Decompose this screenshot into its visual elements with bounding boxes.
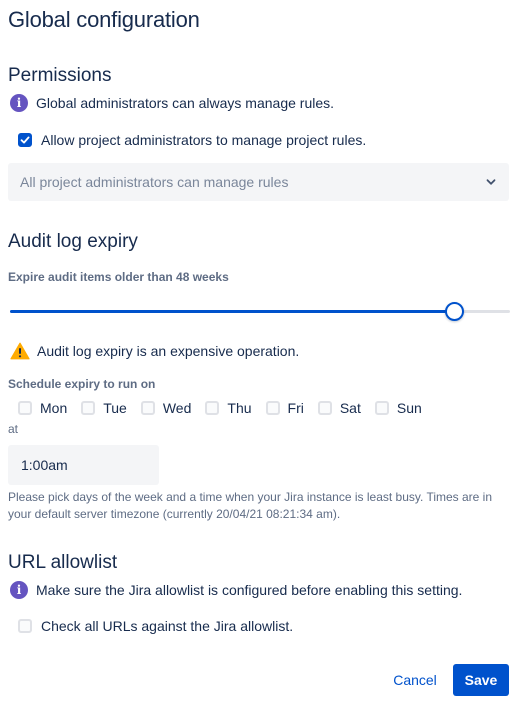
slider-fill (10, 310, 454, 313)
day-sat[interactable]: Sat (317, 400, 361, 416)
check-icon (20, 136, 30, 144)
url-allowlist-heading: URL allowlist (8, 552, 118, 573)
info-icon: i (10, 581, 28, 599)
day-checkbox[interactable] (374, 401, 389, 415)
cancel-button[interactable]: Cancel (382, 664, 448, 696)
day-label: Mon (40, 400, 68, 416)
day-label: Thu (227, 400, 252, 416)
day-label: Tue (103, 400, 127, 416)
time-input[interactable]: 1:00am (8, 445, 159, 485)
schedule-help-text: Please pick days of the week and a time … (8, 490, 493, 521)
day-checkbox[interactable] (140, 401, 155, 415)
project-admin-permission-select[interactable]: All project administrators can manage ru… (8, 163, 509, 201)
day-checkbox[interactable] (81, 401, 96, 415)
page-title: Global configuration (8, 7, 200, 32)
day-label: Wed (162, 400, 192, 416)
day-fri[interactable]: Fri (265, 400, 304, 416)
url-allowlist-checkbox-row[interactable]: Check all URLs against the Jira allowlis… (18, 618, 293, 634)
time-value: 1:00am (21, 457, 68, 473)
day-tue[interactable]: Tue (81, 400, 127, 416)
day-wed[interactable]: Wed (140, 400, 192, 416)
save-button[interactable]: Save (453, 664, 509, 696)
at-label: at (8, 422, 19, 436)
weekday-checkboxes: Mon Tue Wed Thu Fri Sat Sun (18, 400, 436, 416)
audit-warning: Audit log expiry is an expensive operati… (10, 342, 299, 360)
select-value: All project administrators can manage ru… (20, 174, 289, 190)
url-allowlist-checkbox[interactable] (18, 619, 32, 633)
permissions-info-text: Global administrators can always manage … (36, 95, 335, 111)
expire-label: Expire audit items older than 48 weeks (8, 270, 229, 284)
day-thu[interactable]: Thu (205, 400, 252, 416)
audit-heading: Audit log expiry (8, 231, 138, 252)
day-mon[interactable]: Mon (18, 400, 67, 416)
url-allowlist-info-text: Make sure the Jira allowlist is configur… (36, 582, 463, 598)
day-label: Fri (287, 400, 304, 416)
url-allowlist-info: i Make sure the Jira allowlist is config… (10, 581, 462, 599)
day-checkbox[interactable] (317, 401, 332, 415)
allow-project-admins-checkbox[interactable] (18, 133, 32, 147)
url-allowlist-checkbox-label: Check all URLs against the Jira allowlis… (41, 618, 294, 634)
schedule-label: Schedule expiry to run on (8, 377, 156, 391)
day-checkbox[interactable] (265, 401, 280, 415)
audit-expiry-slider[interactable] (10, 302, 510, 321)
day-label: Sun (396, 400, 422, 416)
info-icon: i (10, 94, 28, 112)
slider-thumb[interactable] (445, 302, 464, 321)
day-sun[interactable]: Sun (374, 400, 422, 416)
permissions-heading: Permissions (8, 65, 112, 86)
allow-project-admins-checkbox-row[interactable]: Allow project administrators to manage p… (18, 132, 366, 148)
warning-icon (10, 342, 30, 360)
day-label: Sat (339, 400, 361, 416)
audit-warning-text: Audit log expiry is an expensive operati… (37, 343, 300, 359)
allow-project-admins-label: Allow project administrators to manage p… (41, 132, 367, 148)
day-checkbox[interactable] (18, 401, 32, 415)
chevron-down-icon (486, 179, 496, 185)
permissions-info: i Global administrators can always manag… (10, 94, 334, 112)
day-checkbox[interactable] (205, 401, 220, 415)
